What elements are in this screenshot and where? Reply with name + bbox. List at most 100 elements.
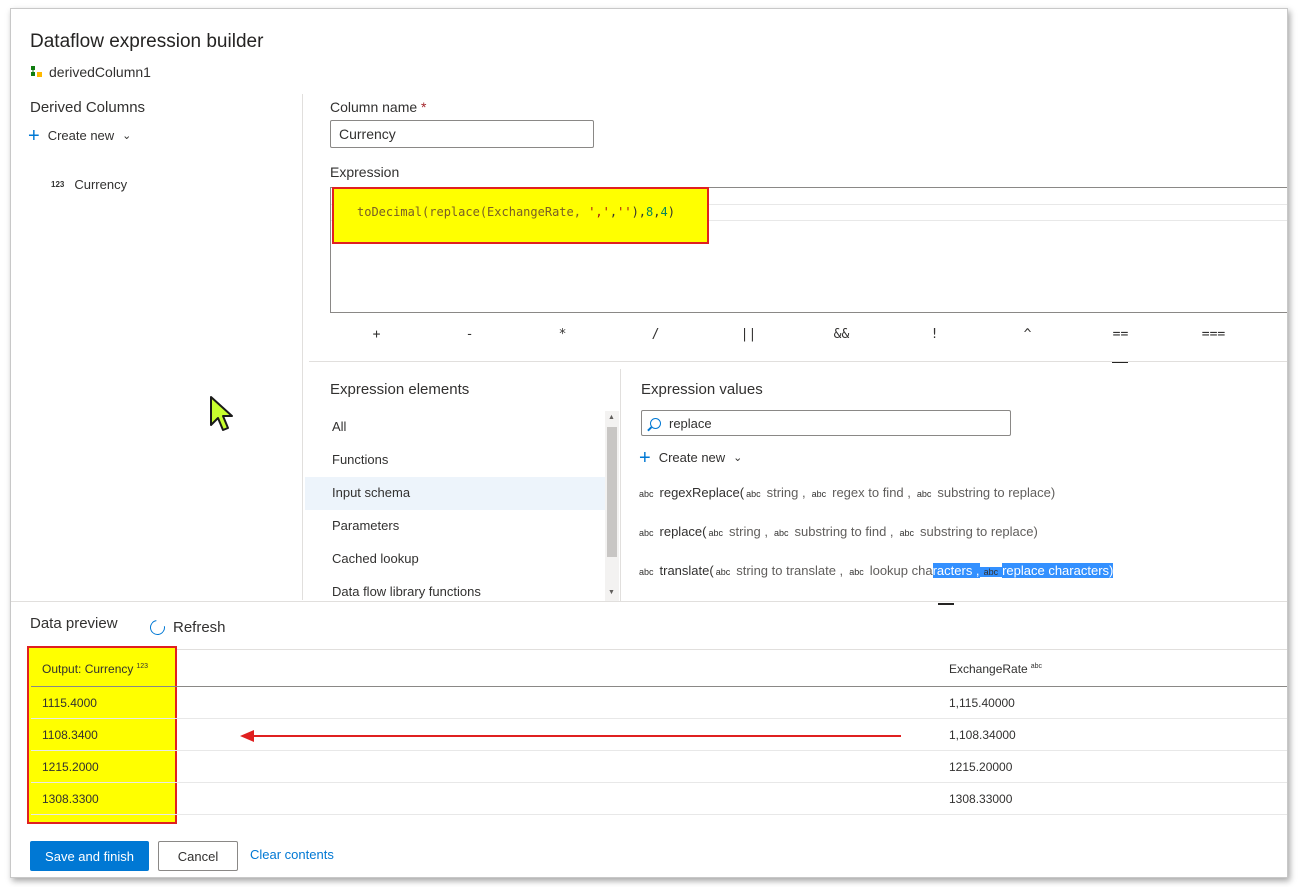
function-item-replace[interactable]: abc replace( abc string , abc substring …: [639, 524, 1038, 539]
create-new-label: Create new: [658, 450, 726, 465]
expression-values-heading: Expression values: [641, 381, 763, 398]
output-cell: 1115.4000: [42, 696, 97, 710]
selected-text: racters ,: [932, 563, 980, 578]
operator-plus[interactable]: +: [330, 327, 423, 347]
column-name-label: Column name *: [330, 99, 427, 115]
exchangerate-cell: 1,108.34000: [949, 728, 1016, 742]
annotation-arrow-line: [251, 735, 901, 737]
element-item-parameters[interactable]: Parameters: [305, 510, 605, 543]
create-new-label: Create new: [47, 128, 115, 143]
expression-label: Expression: [330, 164, 400, 180]
operator-xor[interactable]: ^: [981, 327, 1074, 347]
expression-elements-heading: Expression elements: [330, 381, 470, 398]
string-type-icon: abc: [811, 489, 827, 499]
element-item-all[interactable]: All: [305, 411, 605, 444]
exchangerate-cell: 1215.20000: [949, 760, 1013, 774]
create-new-value-button[interactable]: + Create new ⌄: [639, 446, 743, 469]
derived-column-item-currency[interactable]: 123 Currency: [51, 177, 127, 192]
plus-icon: +: [639, 446, 651, 469]
numeric-type-icon: 123: [136, 663, 149, 670]
save-and-finish-button[interactable]: Save and finish: [30, 841, 149, 871]
string-type-icon: abc: [715, 567, 731, 577]
string-type-icon: abc: [774, 528, 789, 538]
function-item-regexreplace[interactable]: abc regexReplace( abc string , abc regex…: [639, 485, 1055, 500]
function-param: string ,: [729, 524, 769, 539]
search-value: replace: [669, 415, 712, 431]
string-type-icon: abc: [899, 528, 915, 538]
element-item-input-schema[interactable]: Input schema: [305, 477, 605, 510]
string-type-icon: abc: [708, 528, 723, 538]
mouse-cursor-icon: [209, 395, 235, 438]
derived-column-name: Currency: [74, 177, 128, 192]
operator-strict-equals[interactable]: ===: [1167, 327, 1260, 347]
grid-header-border: [31, 686, 1287, 687]
table-row-divider: [31, 718, 1287, 719]
output-cell: 1308.3300: [42, 792, 99, 806]
selected-text: replace characters): [1002, 563, 1114, 578]
refresh-icon: [147, 617, 168, 638]
operator-minus[interactable]: -: [423, 327, 516, 347]
scroll-up-icon[interactable]: ▲: [608, 414, 615, 421]
string-type-icon: abc: [639, 567, 654, 577]
function-name: translate(: [659, 563, 714, 578]
table-row-divider: [31, 814, 1287, 815]
numeric-type-icon: 123: [51, 180, 65, 189]
derived-column-icon: [30, 65, 44, 79]
refresh-button[interactable]: Refresh: [147, 617, 226, 638]
derived-columns-heading: Derived Columns: [30, 99, 146, 116]
dialog-title: Dataflow expression builder: [30, 31, 264, 52]
operator-not[interactable]: !: [888, 327, 981, 347]
scroll-down-icon[interactable]: ▼: [608, 589, 615, 596]
operator-divide[interactable]: /: [609, 327, 702, 347]
plus-icon: +: [28, 124, 40, 147]
pane-divider: [620, 369, 621, 601]
string-type-icon: abc: [746, 489, 761, 499]
string-type-icon: abc: [979, 567, 1003, 577]
left-pane-divider: [302, 94, 303, 600]
column-name-input[interactable]: Currency: [330, 120, 594, 148]
transform-name: derivedColumn1: [30, 64, 151, 80]
cancel-button[interactable]: Cancel: [158, 841, 238, 871]
string-type-icon: abc: [1030, 663, 1043, 670]
table-row-divider: [31, 750, 1287, 751]
string-type-icon: abc: [849, 567, 864, 577]
function-param: string ,: [766, 485, 806, 500]
string-type-icon: abc: [916, 489, 932, 499]
values-search-input[interactable]: replace: [641, 410, 1011, 436]
operator-equals[interactable]: ==: [1074, 327, 1167, 363]
data-preview-heading: Data preview: [30, 615, 118, 632]
function-param: regex to find ,: [832, 485, 911, 500]
operator-and[interactable]: &&: [795, 327, 888, 347]
create-new-column-button[interactable]: + Create new ⌄: [28, 124, 131, 147]
element-item-library-functions[interactable]: Data flow library functions: [305, 576, 605, 601]
element-item-functions[interactable]: Functions: [305, 444, 605, 477]
operator-multiply[interactable]: *: [516, 327, 609, 347]
function-param: substring to replace): [937, 485, 1056, 500]
elements-scrollbar[interactable]: ▲ ▼: [605, 411, 619, 601]
string-type-icon: abc: [639, 489, 654, 499]
function-param: substring to replace): [920, 524, 1038, 539]
scroll-thumb[interactable]: [607, 427, 617, 557]
output-cell: 1108.3400: [42, 728, 98, 742]
annotation-arrow-head-icon: [240, 730, 254, 742]
element-item-cached-lookup[interactable]: Cached lookup: [305, 543, 605, 576]
exchangerate-cell: 1308.33000: [949, 792, 1013, 806]
function-param: substring to find ,: [794, 524, 894, 539]
expression-builder-dialog: Dataflow expression builder derivedColum…: [10, 8, 1288, 878]
function-param: string to translate ,: [736, 563, 844, 578]
search-icon: [650, 417, 661, 429]
operator-toolbar: + - * / || && ! ^ == ===: [330, 327, 1280, 363]
chevron-down-icon: ⌄: [733, 452, 743, 464]
function-name: regexReplace(: [659, 485, 745, 500]
divider: [309, 361, 1287, 362]
expression-code: toDecimal(replace(ExchangeRate, ',',''),…: [357, 205, 675, 219]
exchangerate-cell: 1,115.40000: [949, 696, 1015, 710]
operator-concat[interactable]: ||: [702, 327, 795, 347]
string-type-icon: abc: [639, 528, 654, 538]
column-header-exchangerate[interactable]: ExchangeRate abc: [949, 662, 1042, 676]
transform-name-text: derivedColumn1: [49, 64, 151, 80]
scroll-indicator: [938, 603, 954, 605]
clear-contents-link[interactable]: Clear contents: [250, 847, 334, 862]
function-item-translate[interactable]: abc translate( abc string to translate ,…: [639, 563, 1114, 578]
column-header-output-currency[interactable]: Output: Currency 123: [42, 662, 148, 676]
